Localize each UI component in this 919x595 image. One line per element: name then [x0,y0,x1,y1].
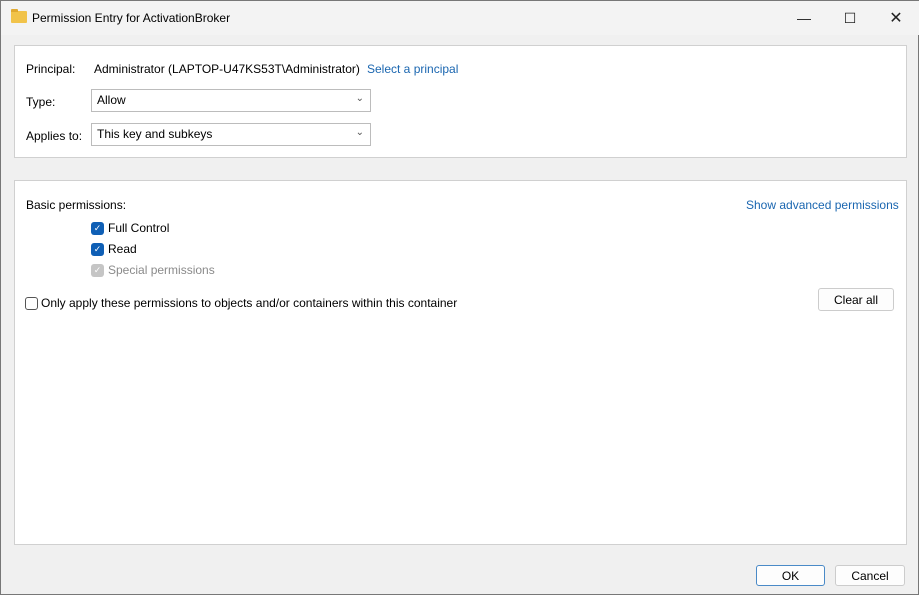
checkbox-unchecked-icon [25,296,38,310]
principal-value: Administrator (LAPTOP-U47KS53T\Administr… [94,62,360,76]
basic-permissions-label: Basic permissions: [26,198,127,212]
ok-button[interactable]: OK [756,565,825,586]
type-label: Type: [26,95,56,109]
checkbox-label: Full Control [108,221,170,235]
special-permissions-checkbox: ✓ Special permissions [91,263,215,277]
checkbox-checked-icon: ✓ [91,221,104,235]
type-value: Allow [97,93,126,107]
select-principal-link[interactable]: Select a principal [367,62,458,76]
read-checkbox[interactable]: ✓ Read [91,242,137,256]
maximize-button[interactable]: ☐ [827,1,873,35]
checkbox-label: Special permissions [108,263,215,277]
applies-select[interactable]: This key and subkeys ⌄ [91,123,371,146]
checkbox-checked-icon: ✓ [91,242,104,256]
applies-label: Applies to: [26,129,83,143]
only-apply-checkbox[interactable]: Only apply these permissions to objects … [25,296,457,310]
type-select[interactable]: Allow ⌄ [91,89,371,112]
full-control-checkbox[interactable]: ✓ Full Control [91,221,169,235]
checkbox-label: Only apply these permissions to objects … [41,296,458,310]
show-advanced-link[interactable]: Show advanced permissions [746,198,899,212]
chevron-down-icon: ⌄ [355,127,364,138]
applies-value: This key and subkeys [97,127,213,141]
checkbox-checked-icon: ✓ [91,263,104,277]
minimize-button[interactable]: — [781,1,827,35]
window-title: Permission Entry for ActivationBroker [32,11,231,25]
chevron-down-icon: ⌄ [355,93,364,104]
clear-all-button[interactable]: Clear all [818,288,894,311]
checkbox-label: Read [108,242,137,256]
cancel-button[interactable]: Cancel [835,565,905,586]
principal-label: Principal: [26,62,76,76]
folder-icon [11,9,27,23]
close-button[interactable]: ✕ [873,1,919,35]
